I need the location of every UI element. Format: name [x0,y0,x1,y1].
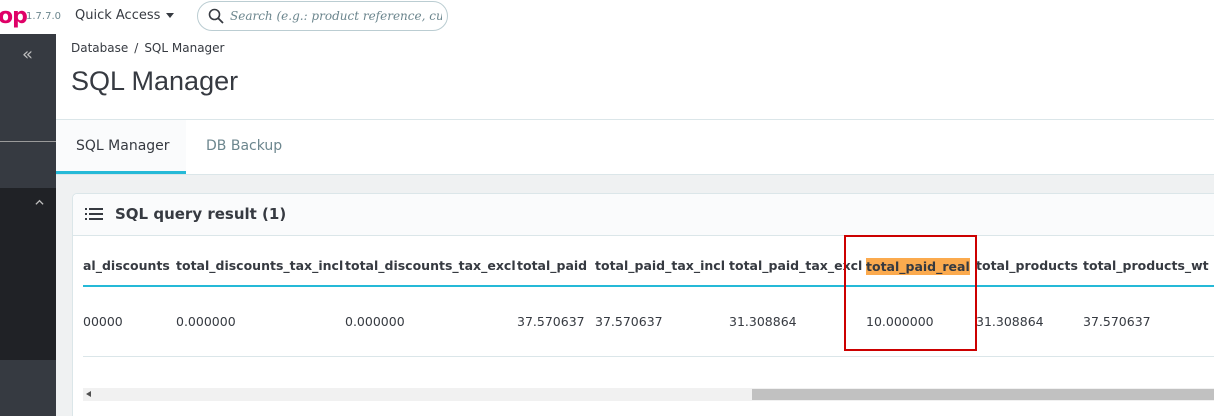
sidebar: « [0,34,56,416]
breadcrumb-item-sql-manager[interactable]: SQL Manager [144,41,224,55]
table-cell: 31.308864 [976,314,1044,329]
list-icon [85,208,103,220]
table-cell: 00000 [83,314,123,329]
panel-heading: SQL query result (1) [73,194,1214,236]
double-chevron-left-icon: « [22,44,34,65]
sidebar-section[interactable] [0,80,56,142]
tab-sql-manager[interactable]: SQL Manager [56,120,186,174]
table-cell: 0.000000 [176,314,236,329]
column-header[interactable]: total_products [976,258,1078,273]
header-divider [83,285,1214,287]
annotation-highlight-box [844,235,977,351]
quick-access-label: Quick Access [75,8,161,23]
quick-access-dropdown[interactable]: Quick Access [75,8,175,23]
breadcrumb-item-database[interactable]: Database [71,41,128,55]
column-header[interactable]: al_discounts [83,258,170,273]
tab-db-backup[interactable]: DB Backup [206,120,282,174]
table-cell: 31.308864 [729,314,797,329]
column-header[interactable]: total_paid [517,258,587,273]
sidebar-collapse-button[interactable]: « [0,34,56,80]
page-title: SQL Manager [71,66,239,96]
scrollbar-thumb[interactable] [752,389,1214,400]
scroll-left-arrow-icon[interactable] [86,391,91,397]
sql-result-panel: SQL query result (1) al_discounts total_… [72,193,1214,416]
breadcrumb-separator: / [134,41,139,55]
version-label: 1.7.7.0 [26,11,61,22]
column-header[interactable]: total_paid_tax_incl [595,258,725,273]
caret-down-icon [166,13,175,18]
tab-bar: SQL Manager DB Backup [56,120,1214,175]
table-cell: 37.570637 [517,314,585,329]
column-header[interactable]: total_discounts_tax_excl [345,258,516,273]
top-bar: op 1.7.7.0 Quick Access [0,0,1214,34]
column-header[interactable]: total_discounts_tax_incl [176,258,343,273]
page-header: Database / SQL Manager SQL Manager [56,34,1214,120]
sidebar-section[interactable] [0,142,56,188]
horizontal-scrollbar[interactable] [83,388,1214,401]
shop-logo[interactable]: op [0,4,28,29]
table-cell: 37.570637 [1083,314,1151,329]
search-icon [208,8,224,24]
sidebar-section-expanded[interactable] [0,188,56,360]
search-box[interactable] [197,1,448,31]
breadcrumb: Database / SQL Manager [71,41,224,55]
result-table: al_discounts total_discounts_tax_incl to… [83,236,1214,357]
column-header[interactable]: total_products_wt [1083,258,1209,273]
table-cell: 37.570637 [595,314,663,329]
panel-title: SQL query result (1) [115,205,287,223]
chevron-up-icon [35,199,44,205]
table-cell: 0.000000 [345,314,405,329]
column-header[interactable]: total_paid_tax_excl [729,258,862,273]
search-input[interactable] [230,7,442,25]
